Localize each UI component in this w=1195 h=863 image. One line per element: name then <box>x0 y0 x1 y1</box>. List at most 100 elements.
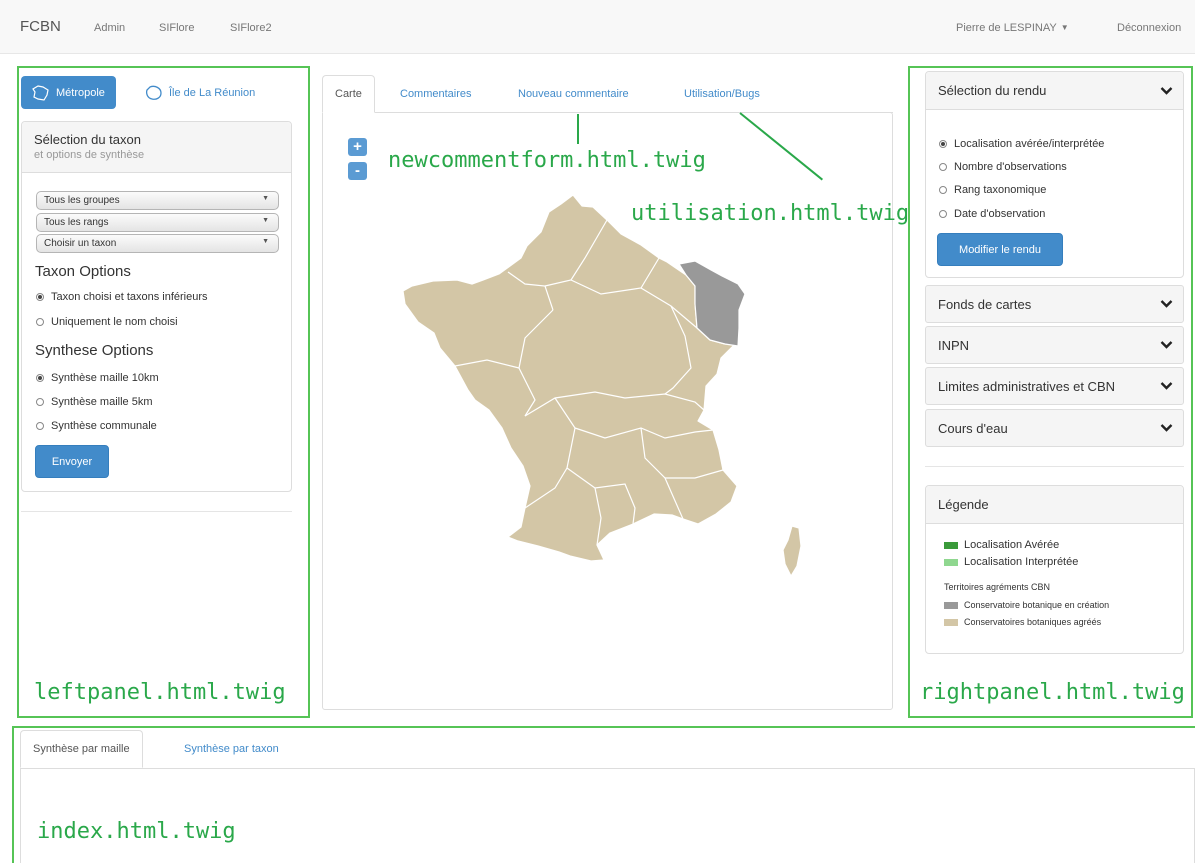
tab-utilisation-bugs[interactable]: Utilisation/Bugs <box>672 75 772 113</box>
tab-synthese-par-maille[interactable]: Synthèse par maille <box>20 730 143 768</box>
taxon-panel-title: Sélection du taxon <box>34 132 141 147</box>
annotation-rightpanel: rightpanel.html.twig <box>920 680 1185 705</box>
annotation-utilisation: utilisation.html.twig <box>631 201 910 226</box>
zoom-out-button[interactable]: - <box>348 162 367 180</box>
tab-reunion-label: Île de La Réunion <box>169 86 256 99</box>
rendu-option-label: Localisation avérée/interprétée <box>954 138 1105 150</box>
synthese-option-radio[interactable]: Synthèse maille 10km <box>36 372 159 384</box>
radio-icon <box>36 398 44 406</box>
tab-metropole[interactable]: Métropole <box>21 76 116 109</box>
accordion-limites-administratives[interactable]: Limites administratives et CBN <box>925 367 1184 405</box>
map-corsica <box>782 525 802 577</box>
caret-down-icon: ▼ <box>1060 23 1069 32</box>
accordion-label: Cours d'eau <box>938 420 1008 436</box>
modifier-rendu-button[interactable]: Modifier le rendu <box>937 233 1063 266</box>
synthese-option-label: Synthèse communale <box>51 420 157 432</box>
radio-icon <box>36 422 44 430</box>
radio-icon <box>36 318 44 326</box>
taxon-select-value: Choisir un taxon <box>44 238 117 249</box>
taxon-option-label: Uniquement le nom choisi <box>51 316 178 328</box>
nav-link-admin[interactable]: Admin <box>94 22 125 34</box>
envoyer-button[interactable]: Envoyer <box>35 445 109 478</box>
nav-link-siflore[interactable]: SIFlore <box>159 22 194 34</box>
chevron-down-icon <box>1160 424 1173 432</box>
rendu-option-radio[interactable]: Rang taxonomique <box>939 184 1046 196</box>
legend-label: Localisation Interprétée <box>964 556 1079 568</box>
synthese-option-label: Synthèse maille 10km <box>51 372 159 384</box>
taxon-options-title: Taxon Options <box>35 263 131 280</box>
top-navbar: FCBN Admin SIFlore SIFlore2 Pierre de LE… <box>0 0 1195 54</box>
annotation-newcommentform: newcommentform.html.twig <box>388 148 706 173</box>
taxon-select[interactable]: Choisir un taxon ▼ <box>36 234 279 253</box>
legend-swatch <box>944 618 958 626</box>
legend-heading: Légende <box>926 486 1183 524</box>
user-menu[interactable]: Pierre de LESPINAY ▼ <box>956 22 1069 34</box>
rank-select-value: Tous les rangs <box>44 217 109 228</box>
map-mainland <box>402 194 738 562</box>
taxon-panel-heading: Sélection du taxon et options de synthès… <box>22 122 291 173</box>
nav-link-siflore2[interactable]: SIFlore2 <box>230 22 272 34</box>
right-divider <box>925 466 1184 467</box>
accordion-label: INPN <box>938 337 970 353</box>
rendu-option-radio[interactable]: Localisation avérée/interprétée <box>939 138 1104 150</box>
chevron-down-icon <box>1160 382 1173 390</box>
rendu-option-label: Nombre d'observations <box>954 161 1067 173</box>
accordion-cours-deau[interactable]: Cours d'eau <box>925 409 1184 447</box>
synthese-option-radio[interactable]: Synthèse maille 5km <box>36 396 153 408</box>
accordion-label: Limites administratives et CBN <box>938 378 1115 394</box>
taxon-option-label: Taxon choisi et taxons inférieurs <box>51 291 208 303</box>
radio-icon <box>939 186 947 194</box>
taxon-option-radio[interactable]: Taxon choisi et taxons inférieurs <box>36 291 208 303</box>
zoom-in-button[interactable]: + <box>348 138 367 156</box>
legend-swatch <box>944 541 958 549</box>
legend-label: Conservatoires botaniques agréés <box>964 617 1102 627</box>
rendu-option-radio[interactable]: Nombre d'observations <box>939 161 1067 173</box>
taxon-selection-panel: Sélection du taxon et options de synthès… <box>21 121 292 492</box>
legend-label: Localisation Avérée <box>964 539 1060 551</box>
tab-metropole-label: Métropole <box>56 86 105 99</box>
chevron-down-icon <box>1160 341 1173 349</box>
annotation-leftpanel: leftpanel.html.twig <box>34 680 286 705</box>
legend-item: Localisation Avérée <box>944 539 1059 551</box>
france-map[interactable] <box>395 188 815 578</box>
tab-reunion[interactable]: Île de La Réunion <box>134 76 266 109</box>
accordion-label: Fonds de cartes <box>938 296 1032 312</box>
rendu-option-label: Date d'observation <box>954 208 1046 220</box>
legend-item: Localisation Interprétée <box>944 556 1078 568</box>
taxon-option-radio[interactable]: Uniquement le nom choisi <box>36 316 178 328</box>
tab-carte[interactable]: Carte <box>322 75 375 113</box>
group-select[interactable]: Tous les groupes ▼ <box>36 191 279 210</box>
select-caret-icon: ▼ <box>262 238 269 245</box>
logout-link[interactable]: Déconnexion <box>1117 22 1181 34</box>
group-select-value: Tous les groupes <box>44 195 120 206</box>
legend-swatch <box>944 601 958 609</box>
tab-synthese-par-taxon[interactable]: Synthèse par taxon <box>172 730 291 768</box>
radio-icon <box>36 293 44 301</box>
radio-icon <box>939 140 947 148</box>
annotation-index: index.html.twig <box>37 819 236 844</box>
tab-nouveau-commentaire[interactable]: Nouveau commentaire <box>506 75 641 113</box>
chevron-down-icon <box>1160 86 1173 95</box>
left-divider <box>21 511 292 512</box>
rendu-panel-heading[interactable]: Sélection du rendu <box>926 72 1183 110</box>
legend-label: Conservatoire botanique en création <box>964 600 1110 610</box>
select-caret-icon: ▼ <box>262 217 269 224</box>
radio-icon <box>939 163 947 171</box>
island-outline-icon <box>146 85 162 100</box>
brand-link[interactable]: FCBN <box>20 18 61 35</box>
chevron-down-icon <box>1160 300 1173 308</box>
rendu-panel: Sélection du rendu Localisation avérée/i… <box>925 71 1184 278</box>
legend-swatch <box>944 558 958 566</box>
rendu-panel-title: Sélection du rendu <box>938 83 1047 98</box>
radio-icon <box>36 374 44 382</box>
annotation-connector <box>577 114 579 144</box>
rank-select[interactable]: Tous les rangs ▼ <box>36 213 279 232</box>
rendu-option-label: Rang taxonomique <box>954 184 1047 196</box>
tab-commentaires[interactable]: Commentaires <box>388 75 484 113</box>
rendu-option-radio[interactable]: Date d'observation <box>939 208 1045 220</box>
synthese-options-title: Synthese Options <box>35 342 154 359</box>
user-name: Pierre de LESPINAY <box>956 22 1057 34</box>
accordion-fonds-de-cartes[interactable]: Fonds de cartes <box>925 285 1184 323</box>
accordion-inpn[interactable]: INPN <box>925 326 1184 364</box>
synthese-option-radio[interactable]: Synthèse communale <box>36 420 157 432</box>
